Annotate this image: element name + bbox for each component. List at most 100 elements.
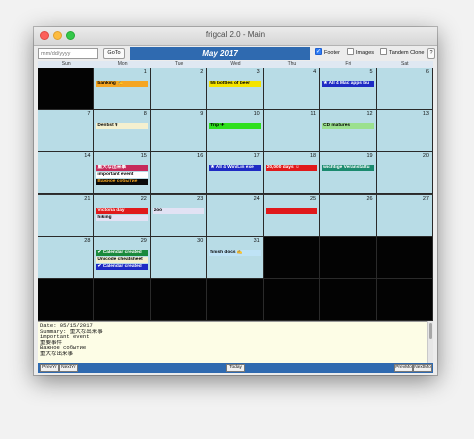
day-cell[interactable]: 17 ★ All 4 Win/Lin exe — [207, 152, 264, 195]
event-item[interactable]: ★ All 4 Mac apps bu — [322, 81, 374, 87]
today-button[interactable]: Today — [226, 364, 245, 372]
event-item[interactable]: 重大な出来事 — [96, 165, 148, 172]
title-bar[interactable]: frigcal 2.0 - Main — [34, 27, 437, 46]
day-cell[interactable]: 16 — [150, 152, 208, 195]
day-cell[interactable]: 29 ✔ Calendar created Unicode cheatsheet ✔ … — [94, 236, 151, 279]
event-item[interactable]: wichtige Veranstaltu — [322, 165, 374, 172]
day-cell[interactable]: 12 CD matures — [320, 110, 377, 153]
day-number: 1 — [143, 69, 147, 75]
day-number: 19 — [366, 153, 373, 160]
event-item[interactable]: hiking — [96, 214, 148, 221]
month-title: May 2017 — [130, 47, 310, 60]
next-year-button[interactable]: NextYr — [59, 364, 78, 372]
day-name-fri: Fri — [345, 61, 352, 67]
day-cell[interactable] — [376, 278, 433, 321]
help-button[interactable]: ? — [427, 48, 435, 59]
day-cell[interactable]: 19 wichtige Veranstaltu — [320, 152, 377, 195]
day-cell[interactable]: 28 — [38, 236, 95, 279]
day-name-mon: Mon — [117, 61, 128, 67]
day-number: 30 — [197, 237, 204, 244]
day-cell[interactable]: 1 banking ✍ — [94, 68, 151, 111]
scrollbar-thumb[interactable] — [429, 323, 432, 339]
footer-scrollbar[interactable] — [427, 321, 433, 363]
footer-checkbox[interactable]: ✓ Footer — [315, 48, 340, 59]
window-title: frigcal 2.0 - Main — [205, 30, 266, 39]
day-cell[interactable]: 22 Victoria day hiking — [94, 194, 151, 237]
day-cell[interactable]: 20 — [376, 152, 433, 195]
day-cell[interactable]: 11 — [263, 110, 321, 153]
day-cell[interactable]: 4 — [263, 68, 321, 111]
date-input[interactable] — [38, 48, 98, 59]
event-item[interactable]: zoo — [152, 207, 205, 214]
event-item[interactable]: anniversary ♥ — [265, 207, 318, 214]
images-label: Images — [356, 50, 375, 56]
day-cell[interactable]: 18 20,000 days ☺ — [263, 152, 321, 195]
day-cell[interactable]: 30 — [150, 236, 208, 279]
day-cell[interactable]: 2 — [150, 68, 208, 111]
toolbar: GoTo May 2017 ✓Footer Images Tandem Clon… — [34, 46, 437, 61]
day-number: 13 — [422, 111, 429, 118]
day-cell[interactable]: 3 55 bottles of beer — [207, 68, 264, 111]
event-item[interactable]: Важное событие — [96, 179, 148, 186]
goto-button[interactable]: GoTo — [103, 48, 125, 59]
event-item[interactable]: Unicode cheatsheet — [96, 256, 148, 263]
event-item[interactable]: 20,000 days ☺ — [265, 165, 318, 172]
day-name-sun: Sun — [61, 61, 71, 67]
event-item[interactable]: ✔ Calendar created — [96, 263, 148, 270]
day-cell[interactable]: 7 — [38, 110, 95, 153]
day-number: 18 — [310, 153, 317, 160]
day-cell[interactable] — [150, 278, 208, 321]
next-month-button[interactable]: NextMo — [413, 364, 432, 372]
event-item[interactable]: 55 bottles of beer — [209, 81, 261, 87]
checkbox-icon — [380, 48, 387, 56]
day-cell[interactable] — [263, 236, 321, 279]
event-item[interactable]: finish docs ✍ — [209, 249, 261, 256]
day-cell[interactable]: 10 Trip ✈ — [207, 110, 264, 153]
prev-month-button[interactable]: PrevMo — [394, 364, 413, 372]
event-detail-footer[interactable]: Date: 05/15/2017 Summary: 重大な出来事 important… — [38, 321, 427, 363]
day-cell[interactable] — [263, 278, 321, 321]
day-cell[interactable]: 13 — [376, 110, 433, 153]
day-cell[interactable]: 6 — [376, 68, 433, 111]
day-cell[interactable]: 24 — [207, 194, 264, 237]
day-cell[interactable]: 8 Dentist ⚕ — [94, 110, 151, 153]
footer-label: Footer — [324, 50, 340, 56]
event-item[interactable]: banking ✍ — [96, 81, 148, 87]
day-cell[interactable]: 25 anniversary ♥ — [263, 194, 321, 237]
day-cell[interactable]: 15 重大な出来事 important event Важное событие — [94, 152, 151, 195]
day-number: 14 — [84, 153, 91, 160]
day-number: 3 — [256, 69, 260, 75]
day-number: 31 — [253, 237, 260, 244]
event-item[interactable]: CD matures — [322, 123, 374, 130]
images-checkbox[interactable]: Images — [347, 48, 374, 59]
day-cell[interactable]: 27 — [376, 194, 433, 237]
day-cell[interactable]: 9 — [150, 110, 208, 153]
day-cell[interactable] — [320, 236, 377, 279]
event-item[interactable]: ★ All 4 Win/Lin exe — [209, 165, 261, 172]
day-cell[interactable]: 23 zoo — [150, 194, 208, 237]
day-cell[interactable] — [38, 68, 95, 111]
day-name-tue: Tue — [174, 61, 184, 67]
event-item[interactable]: Trip ✈ — [209, 123, 261, 130]
day-number: 27 — [422, 195, 429, 202]
checkbox-icon — [347, 48, 354, 56]
day-cell[interactable] — [376, 236, 433, 279]
day-cell[interactable]: 31 finish docs ✍ — [207, 236, 264, 279]
day-number: 21 — [84, 195, 91, 202]
day-cell[interactable]: 21 — [38, 194, 95, 237]
day-cell[interactable] — [320, 278, 377, 321]
tandem-clone-checkbox[interactable]: Tandem Clone — [380, 48, 424, 59]
event-item[interactable]: ✔ Calendar created — [96, 249, 148, 256]
event-item[interactable]: Dentist ⚕ — [96, 123, 148, 130]
day-number: 15 — [140, 153, 147, 160]
day-cell[interactable]: 14 — [38, 152, 95, 195]
day-cell[interactable] — [38, 278, 95, 321]
day-name-header: Sun Mon Tue Wed Thu Fri Sat — [38, 61, 433, 68]
event-item[interactable]: important event — [96, 172, 148, 179]
event-item[interactable]: Victoria day — [96, 207, 148, 214]
prev-year-button[interactable]: PrevYr — [40, 364, 59, 372]
day-cell[interactable] — [94, 278, 151, 321]
day-cell[interactable]: 26 — [320, 194, 377, 237]
day-cell[interactable]: 5 ★ All 4 Mac apps bu — [320, 68, 377, 111]
day-cell[interactable] — [207, 278, 264, 321]
